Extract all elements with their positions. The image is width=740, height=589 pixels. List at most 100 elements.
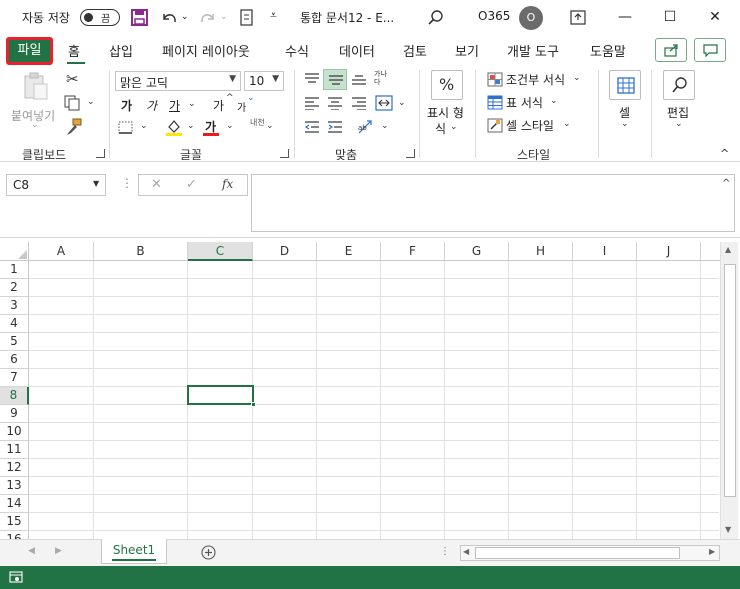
align-middle-button[interactable]	[323, 69, 347, 90]
column-header[interactable]: A	[29, 242, 94, 261]
number-format-dropdown-icon[interactable]: ⌄	[450, 123, 458, 132]
undo-dropdown-icon[interactable]: ⌄	[181, 12, 189, 22]
align-right-icon[interactable]	[351, 96, 367, 110]
comments-button[interactable]	[694, 38, 726, 62]
editing-dropdown-icon[interactable]: ⌄	[675, 120, 683, 129]
number-format-label[interactable]: 표시 형	[427, 104, 464, 121]
autosave-toggle[interactable]: 끔	[80, 9, 120, 26]
copy-dropdown-icon[interactable]: ⌄	[87, 98, 95, 107]
new-sheet-icon[interactable]	[201, 545, 216, 560]
italic-icon[interactable]: 가	[146, 97, 157, 114]
underline-dropdown-icon[interactable]: ⌄	[188, 100, 196, 109]
font-name-select[interactable]: 맑은 고딕 ▼	[115, 71, 241, 91]
column-header[interactable]: I	[573, 242, 637, 261]
fill-handle[interactable]	[251, 402, 256, 407]
conditional-formatting-icon[interactable]	[487, 72, 503, 87]
expand-formula-bar-icon[interactable]: ^	[722, 179, 730, 189]
redo-icon[interactable]	[199, 9, 217, 27]
tab-file[interactable]: 파일	[6, 37, 53, 65]
row-header[interactable]: 4	[0, 315, 29, 333]
column-header[interactable]: G	[445, 242, 509, 261]
fill-color-icon[interactable]	[165, 118, 183, 136]
row-header[interactable]: 6	[0, 351, 29, 369]
sheet-tab[interactable]: Sheet1	[101, 539, 167, 564]
cancel-icon[interactable]: ✕	[151, 178, 162, 191]
name-box-dropdown-icon[interactable]: ▼	[93, 180, 99, 188]
scroll-left-icon[interactable]: ◀	[463, 548, 469, 556]
macro-recording-icon[interactable]	[9, 571, 23, 584]
customize-qat-icon[interactable]: ⩡	[270, 8, 277, 23]
save-icon[interactable]	[131, 9, 148, 26]
underline-icon[interactable]: 가	[169, 97, 180, 114]
increase-indent-icon[interactable]	[327, 120, 343, 134]
cell-styles-label[interactable]: 셀 스타일	[506, 117, 554, 134]
row-header[interactable]: 7	[0, 369, 29, 387]
tab-view[interactable]: 보기	[455, 41, 479, 60]
align-center-icon[interactable]	[327, 96, 343, 110]
editing-button[interactable]	[663, 70, 695, 100]
column-header[interactable]: D	[253, 242, 317, 261]
tab-data[interactable]: 데이터	[339, 41, 375, 60]
redo-dropdown-icon[interactable]: ⌄	[220, 12, 228, 22]
format-as-table-label[interactable]: 표 서식	[506, 94, 543, 111]
column-header[interactable]: B	[94, 242, 188, 261]
undo-icon[interactable]	[160, 9, 178, 27]
column-header[interactable]: F	[381, 242, 445, 261]
column-header[interactable]: H	[509, 242, 573, 261]
cells-dropdown-icon[interactable]: ⌄	[621, 120, 629, 129]
scroll-right-icon[interactable]: ▶	[709, 548, 715, 556]
formula-input[interactable]: ^	[251, 174, 735, 232]
borders-dropdown-icon[interactable]: ⌄	[140, 122, 148, 131]
phonetic-dropdown-icon[interactable]: ⌄	[266, 122, 274, 131]
align-top-icon[interactable]	[304, 72, 320, 86]
vertical-scrollbar[interactable]: ▲ ▼	[720, 242, 738, 539]
align-left-icon[interactable]	[304, 96, 320, 110]
formula-bar-splitter-icon[interactable]: ⋮	[121, 177, 133, 189]
row-header[interactable]: 9	[0, 405, 29, 423]
paste-dropdown-icon[interactable]: ⌄	[31, 120, 39, 130]
copy-icon[interactable]	[64, 95, 82, 111]
cell-styles-icon[interactable]	[487, 118, 503, 133]
number-format-button[interactable]: %	[431, 70, 463, 100]
avatar[interactable]: O	[519, 6, 543, 30]
enter-icon[interactable]: ✓	[186, 178, 197, 191]
wrap-text-icon[interactable]: 가나다	[374, 70, 392, 86]
search-icon[interactable]	[428, 10, 444, 26]
previous-sheet-icon[interactable]: ◀	[28, 547, 35, 556]
scroll-up-icon[interactable]: ▲	[725, 246, 731, 254]
orientation-icon[interactable]: ab	[356, 118, 374, 136]
borders-icon[interactable]	[118, 121, 134, 135]
decrease-indent-icon[interactable]	[304, 120, 320, 134]
scroll-down-icon[interactable]: ▼	[725, 526, 731, 534]
format-as-table-icon[interactable]	[487, 95, 503, 110]
column-header[interactable]: J	[637, 242, 701, 261]
tab-developer[interactable]: 개발 도구	[507, 41, 559, 60]
worksheet-grid[interactable]: A B C D E F G H I J 1 2 3 4 5 6 7 8 9 10…	[0, 242, 740, 539]
column-header[interactable]: E	[317, 242, 381, 261]
conditional-dropdown-icon[interactable]: ⌄	[573, 74, 581, 83]
cell-styles-dropdown-icon[interactable]: ⌄	[563, 120, 571, 129]
horizontal-scroll-thumb[interactable]	[475, 547, 680, 559]
format-painter-icon[interactable]	[65, 118, 83, 136]
cut-icon[interactable]: ✂	[66, 72, 79, 87]
horizontal-scrollbar[interactable]: ◀ ▶	[460, 545, 720, 561]
row-header[interactable]: 16	[0, 531, 29, 539]
decrease-font-icon[interactable]: 가	[237, 99, 246, 114]
table-dropdown-icon[interactable]: ⌄	[550, 97, 558, 106]
number-format-label-2[interactable]: 식	[435, 120, 446, 137]
row-header[interactable]: 14	[0, 495, 29, 513]
fill-color-dropdown-icon[interactable]: ⌄	[187, 122, 195, 131]
font-size-select[interactable]: 10 ▼	[244, 71, 284, 91]
font-color-dropdown-icon[interactable]: ⌄	[226, 122, 234, 131]
select-all-corner[interactable]	[0, 242, 29, 261]
orientation-dropdown-icon[interactable]: ⌄	[381, 122, 389, 131]
increase-font-icon[interactable]: 가	[213, 97, 224, 114]
row-header[interactable]: 12	[0, 459, 29, 477]
merge-dropdown-icon[interactable]: ⌄	[398, 99, 406, 108]
paste-icon[interactable]	[22, 72, 50, 102]
account-name[interactable]: O365	[478, 9, 510, 23]
close-icon[interactable]: ✕	[703, 6, 727, 28]
minimize-icon[interactable]: —	[613, 6, 637, 28]
tab-splitter-icon[interactable]: ⋮	[440, 547, 450, 557]
merge-center-icon[interactable]	[375, 95, 393, 111]
